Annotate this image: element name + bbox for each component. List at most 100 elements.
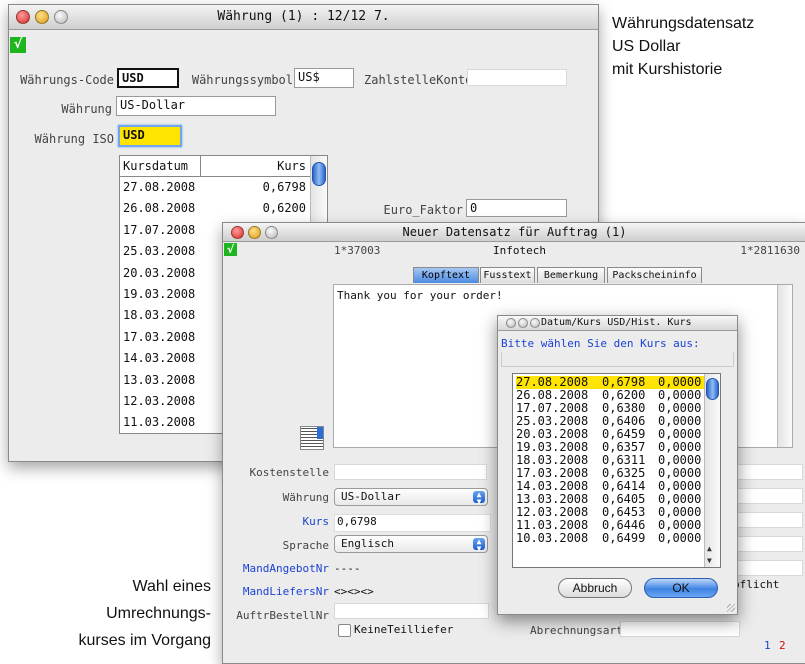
table-cell-date: 12.03.2008 — [123, 393, 196, 408]
chevron-updown-icon: ▲ ▼ — [473, 491, 485, 506]
waehrung-select[interactable]: US-Dollar ▲ ▼ — [334, 488, 488, 506]
table-cell-date: 18.03.2008 — [123, 308, 196, 323]
rate-list[interactable]: 27.08.2008 0,6798 0,0000 26.08.2008 0,6200 0… — [512, 373, 721, 568]
keine-teillief-label: KeineTeilliefer — [354, 623, 454, 636]
list-cell-factor: 0,0000 — [658, 453, 702, 467]
column-header-kurs[interactable]: Kurs — [277, 159, 306, 173]
right-field[interactable] — [733, 512, 803, 528]
ok-button[interactable]: OK — [644, 578, 718, 598]
table-cell-date: 26.08.2008 — [123, 201, 196, 216]
label-auftr-bestell-nr: AuftrBestellNr — [236, 609, 329, 622]
table-row[interactable]: 27.08.2008 0,6798 — [120, 177, 310, 198]
label-zahlstelle-konto: ZahlstelleKonto — [364, 73, 473, 87]
label-currency-iso: Währung ISO — [34, 132, 114, 146]
list-cell-factor: 0,0000 — [658, 375, 702, 389]
kurs-value[interactable]: 0,6798 — [334, 514, 491, 532]
scroll-up-arrow-icon[interactable]: ▲ — [707, 544, 712, 553]
list-cell-factor: 0,0000 — [658, 414, 702, 428]
annotation-line: US Dollar — [612, 38, 681, 55]
label-currency-code: Währungs-Code — [20, 73, 114, 87]
table-cell-date: 19.03.2008 — [123, 286, 196, 301]
window-title: Neuer Datensatz für Auftrag (1) — [402, 225, 627, 239]
table-cell-date: 20.03.2008 — [123, 265, 196, 280]
table-row[interactable]: 26.08.2008 0,6200 — [120, 198, 310, 219]
list-cell-factor: 0,0000 — [658, 427, 702, 441]
currency-code-field[interactable]: USD — [117, 68, 179, 88]
table-cell-rate: 0,6200 — [262, 201, 306, 216]
label-waehrung: Währung — [282, 491, 329, 504]
annotation-bottom-left: Wahl eines Umrechnungs- kurses im Vorgan… — [20, 573, 211, 654]
tab-packscheininfo[interactable]: Packscheininfo — [607, 267, 702, 283]
cancel-button[interactable]: Abbruch — [558, 578, 632, 598]
tab-bemerkung[interactable]: Bemerkung — [537, 267, 605, 283]
tab-fusstext[interactable]: Fusstext — [480, 267, 535, 283]
right-field[interactable] — [733, 464, 803, 480]
tab-kopftext[interactable]: Kopftext — [413, 267, 479, 283]
table-cell-date: 14.03.2008 — [123, 351, 196, 366]
list-scrollbar[interactable]: ▲ ▼ — [704, 374, 720, 567]
list-item[interactable]: 10.03.2008 0,6499 0,0000 — [516, 532, 704, 545]
prompt-divider — [501, 352, 734, 367]
table-cell-date: 13.03.2008 — [123, 372, 196, 387]
check-icon[interactable]: √ — [224, 243, 237, 256]
column-header-kursdatum[interactable]: Kursdatum — [123, 159, 188, 173]
abrechnungsart-field[interactable] — [620, 621, 740, 637]
list-cell-factor: 0,0000 — [658, 388, 702, 402]
minimize-button[interactable] — [518, 318, 528, 328]
annotation-top-right: Währungsdatensatz US Dollar mit Kurshist… — [612, 12, 754, 81]
customer-name: Infotech — [493, 244, 546, 257]
list-cell-factor: 0,0000 — [658, 479, 702, 493]
mand-angebot-value[interactable]: ---- — [334, 562, 361, 575]
right-field[interactable] — [733, 488, 803, 504]
list-cell-factor: 0,0000 — [658, 518, 702, 532]
dialog-title: Datum/Kurs USD/Hist. Kurs — [541, 317, 692, 328]
scroll-down-arrow-icon[interactable]: ▼ — [707, 556, 712, 565]
title-bar[interactable]: Währung (1) : 12/12 7. — [9, 5, 598, 30]
kostenstelle-field[interactable] — [334, 464, 487, 480]
rate-list-body: 27.08.2008 0,6798 0,0000 26.08.2008 0,6200 0… — [516, 376, 704, 545]
label-kostenstelle: Kostenstelle — [249, 466, 329, 479]
list-cell-factor: 0,0000 — [658, 401, 702, 415]
label-currency-symbol: Währungssymbol — [191, 73, 293, 87]
waehrung-select-value: US-Dollar — [341, 490, 401, 503]
label-kurs: Kurs — [302, 515, 330, 528]
list-cell-factor: 0,0000 — [658, 531, 702, 545]
annotation-line: Wahl eines — [132, 578, 211, 595]
table-cell-date: 25.03.2008 — [123, 244, 196, 259]
right-field[interactable] — [733, 560, 803, 576]
scroll-thumb[interactable] — [312, 162, 326, 186]
currency-symbol-field[interactable]: US$ — [294, 68, 354, 88]
pflicht-label: pflicht — [733, 578, 780, 591]
auftr-bestell-field[interactable] — [334, 603, 489, 619]
list-cell-factor: 0,0000 — [658, 466, 702, 480]
scroll-thumb[interactable] — [706, 378, 719, 400]
title-bar[interactable]: Neuer Datensatz für Auftrag (1) — [223, 223, 805, 242]
document-icon[interactable] — [300, 426, 324, 450]
order-number: 1*37003 — [334, 244, 381, 257]
currency-name-field[interactable]: US-Dollar — [116, 96, 276, 116]
label-sprache: Sprache — [282, 539, 329, 552]
list-cell-factor: 0,0000 — [658, 492, 702, 506]
dialog-prompt: Bitte wählen Sie den Kurs aus: — [501, 337, 700, 350]
zoom-button[interactable] — [530, 318, 540, 328]
annotation-line: kurses im Vorgang — [78, 632, 211, 649]
window-title: Währung (1) : 12/12 7. — [217, 9, 390, 24]
page-number-2[interactable]: 2 — [779, 639, 786, 652]
right-field[interactable] — [733, 536, 803, 552]
sprache-select-value: Englisch — [341, 537, 394, 550]
mand-liefers-value[interactable]: <><><> — [334, 585, 374, 598]
euro-faktor-field[interactable]: 0 — [466, 199, 567, 217]
close-button[interactable] — [506, 318, 516, 328]
page-number-1[interactable]: 1 — [764, 639, 771, 652]
currency-iso-field[interactable]: USD — [118, 125, 182, 147]
check-icon[interactable]: √ — [10, 37, 26, 53]
sprache-select[interactable]: Englisch ▲ ▼ — [334, 535, 488, 553]
keine-teillief-checkbox[interactable] — [338, 624, 351, 637]
table-cell-date: 17.07.2008 — [123, 222, 196, 237]
resize-grip-icon[interactable] — [727, 604, 735, 612]
zahlstelle-konto-field[interactable] — [467, 69, 567, 86]
label-currency-name: Währung — [61, 102, 112, 116]
list-cell-factor: 0,0000 — [658, 505, 702, 519]
dialog-title-bar[interactable]: Datum/Kurs USD/Hist. Kurs — [498, 316, 737, 331]
textarea-scrollbar[interactable] — [777, 285, 792, 447]
